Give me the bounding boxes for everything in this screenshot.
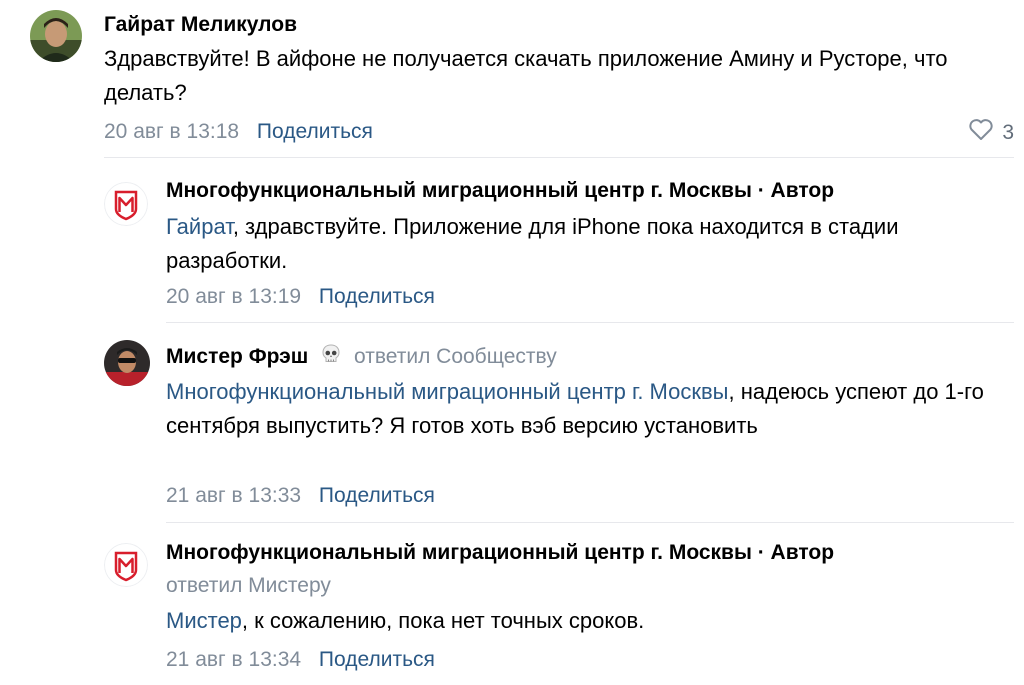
like-count: 3 <box>1002 121 1014 144</box>
comment-meta: 21 авг в 13:33 Поделиться <box>166 483 435 509</box>
share-link[interactable]: Поделиться <box>257 120 373 143</box>
divider <box>166 322 1014 323</box>
author-name[interactable]: Мистер Фрэш <box>166 345 308 368</box>
like-button[interactable]: 3 <box>968 118 1014 148</box>
avatar[interactable] <box>104 340 150 386</box>
divider <box>104 157 1014 158</box>
comment-author[interactable]: Многофункциональный миграционный центр г… <box>166 540 834 566</box>
mention-link[interactable]: Гайрат <box>166 214 233 239</box>
share-link[interactable]: Поделиться <box>319 484 435 507</box>
mention-link[interactable]: Многофункциональный миграционный центр г… <box>166 379 729 404</box>
comment-author[interactable]: Многофункциональный миграционный центр г… <box>166 178 834 204</box>
comment-text: Мистер, к сожалению, пока нет точных сро… <box>166 604 986 638</box>
comment-meta: 20 авг в 13:19 Поделиться <box>166 284 435 310</box>
community-avatar[interactable] <box>104 182 148 226</box>
comment-text-content: , здравствуйте. Приложение для iPhone по… <box>166 214 899 273</box>
skull-icon <box>320 343 342 372</box>
share-link[interactable]: Поделиться <box>319 285 435 308</box>
comment-text-content: , к сожалению, пока нет точных сроков. <box>241 608 645 633</box>
comment-meta: 21 авг в 13:34 Поделиться <box>166 647 435 673</box>
avatar[interactable] <box>30 10 82 62</box>
comment-meta: 20 авг в 13:18 Поделиться <box>104 119 373 145</box>
heart-icon <box>968 118 994 148</box>
comment-author: Мистер Фрэш ответил Сообществу <box>166 343 557 372</box>
mention-link[interactable]: Мистер <box>166 608 242 633</box>
replied-to[interactable]: ответил Сообществу <box>354 345 557 368</box>
comment-text: Многофункциональный миграционный центр г… <box>166 375 986 443</box>
comment-date[interactable]: 20 авг в 13:19 <box>166 285 301 308</box>
comment-date[interactable]: 20 авг в 13:18 <box>104 120 239 143</box>
divider <box>166 522 1014 523</box>
comment-date[interactable]: 21 авг в 13:34 <box>166 648 301 671</box>
replied-to[interactable]: ответил Мистеру <box>166 573 331 599</box>
comment-text: Здравствуйте! В айфоне не получается ска… <box>104 46 948 105</box>
comment-author[interactable]: Гайрат Меликулов <box>104 12 297 38</box>
comment-date[interactable]: 21 авг в 13:33 <box>166 484 301 507</box>
community-avatar[interactable] <box>104 543 148 587</box>
comment-text: Гайрат, здравствуйте. Приложение для iPh… <box>166 210 986 278</box>
share-link[interactable]: Поделиться <box>319 648 435 671</box>
